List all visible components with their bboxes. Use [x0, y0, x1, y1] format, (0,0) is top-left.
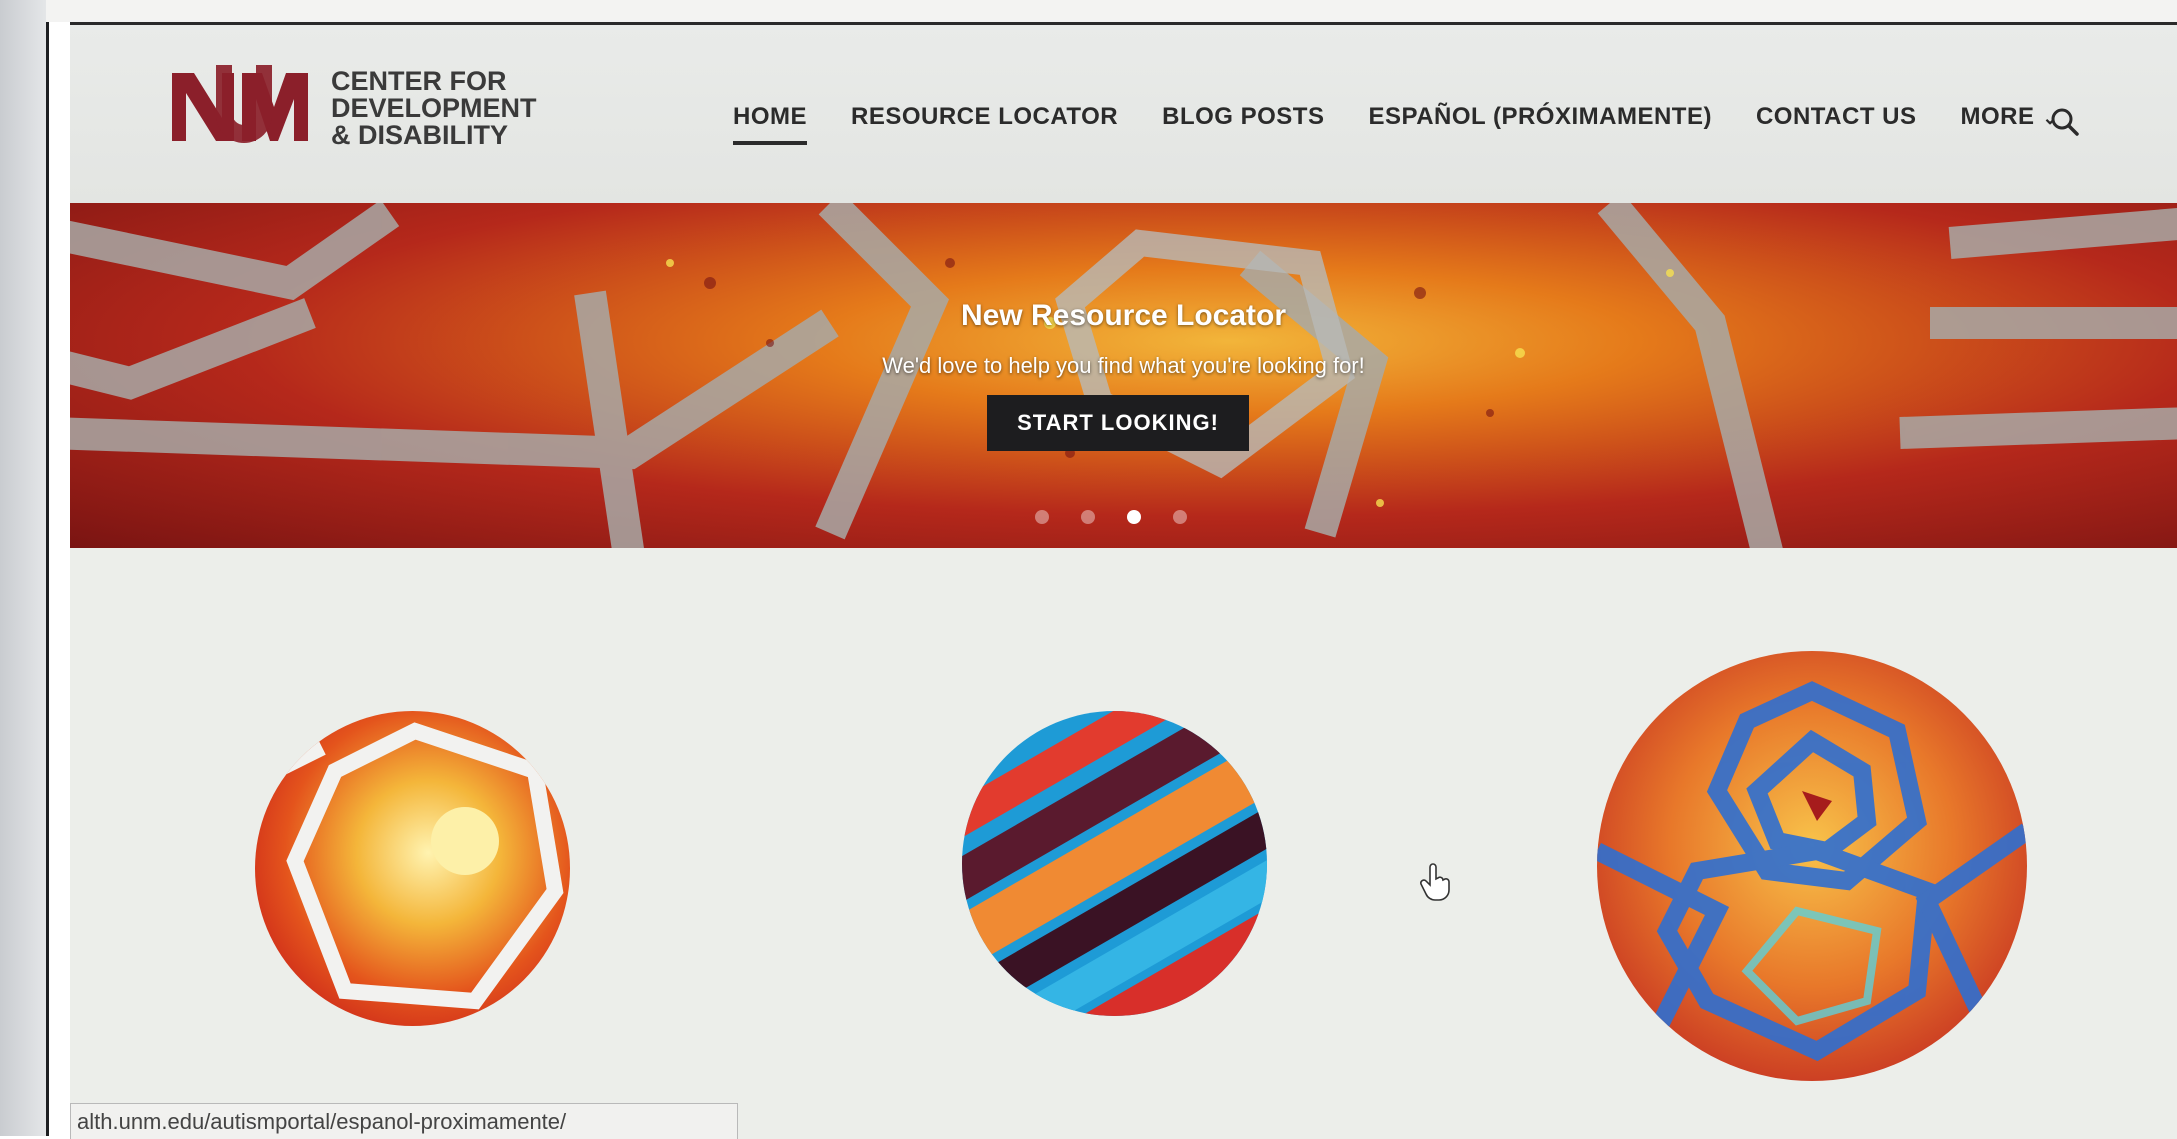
slider-dot[interactable]: [1173, 510, 1187, 524]
hero-slider: New Resource Locator We'd love to help y…: [70, 203, 2177, 548]
start-looking-button[interactable]: START LOOKING!: [987, 395, 1249, 451]
nav-item-contact-us[interactable]: CONTACT US: [1756, 103, 1917, 131]
feature-art-1: [255, 711, 570, 1026]
site-logo[interactable]: CENTER FOR DEVELOPMENT & DISABILITY: [170, 63, 537, 153]
hero-title: New Resource Locator: [960, 299, 1287, 332]
slider-dot[interactable]: [1081, 510, 1095, 524]
hero-subtitle: We'd love to help you find what you're l…: [882, 353, 1365, 378]
feature-image-1[interactable]: [255, 711, 570, 1026]
nav-item-home[interactable]: HOME: [733, 103, 807, 145]
main-nav: HOME RESOURCE LOCATOR BLOG POSTS ESPAÑOL…: [733, 103, 2102, 145]
logo-line-3: & DISABILITY: [331, 119, 509, 150]
nav-item-more-label: MORE: [1960, 103, 2035, 130]
search-icon[interactable]: [2050, 107, 2080, 137]
logo-line-1: CENTER FOR: [331, 65, 507, 96]
logo-line-2: DEVELOPMENT: [331, 92, 537, 123]
nav-item-resource-locator[interactable]: RESOURCE LOCATOR: [851, 103, 1118, 131]
screen-bezel-top: [46, 0, 2177, 22]
nav-item-blog-posts[interactable]: BLOG POSTS: [1162, 103, 1324, 131]
hand-cursor-icon: [1420, 863, 1450, 901]
unm-logo-icon: [172, 65, 308, 143]
screen-bezel-left: [0, 0, 49, 1136]
feature-image-2[interactable]: [962, 711, 1267, 1016]
web-page: CENTER FOR DEVELOPMENT & DISABILITY HOME…: [70, 22, 2177, 1139]
logo-text: CENTER FOR DEVELOPMENT & DISABILITY: [331, 65, 537, 150]
nav-item-espanol[interactable]: ESPAÑOL (PRÓXIMAMENTE): [1368, 103, 1711, 131]
site-header: CENTER FOR DEVELOPMENT & DISABILITY HOME…: [70, 25, 2177, 203]
slider-dot[interactable]: [1035, 510, 1049, 524]
slider-dots: [1035, 510, 1219, 524]
feature-art-3: [1597, 651, 2027, 1081]
feature-image-3[interactable]: [1597, 651, 2027, 1081]
feature-art-2: [962, 711, 1267, 1016]
browser-status-bar: alth.unm.edu/autismportal/espanol-proxim…: [70, 1103, 738, 1139]
slider-dot-active[interactable]: [1127, 510, 1141, 524]
nav-item-more[interactable]: MORE ⌄: [1961, 103, 2059, 131]
